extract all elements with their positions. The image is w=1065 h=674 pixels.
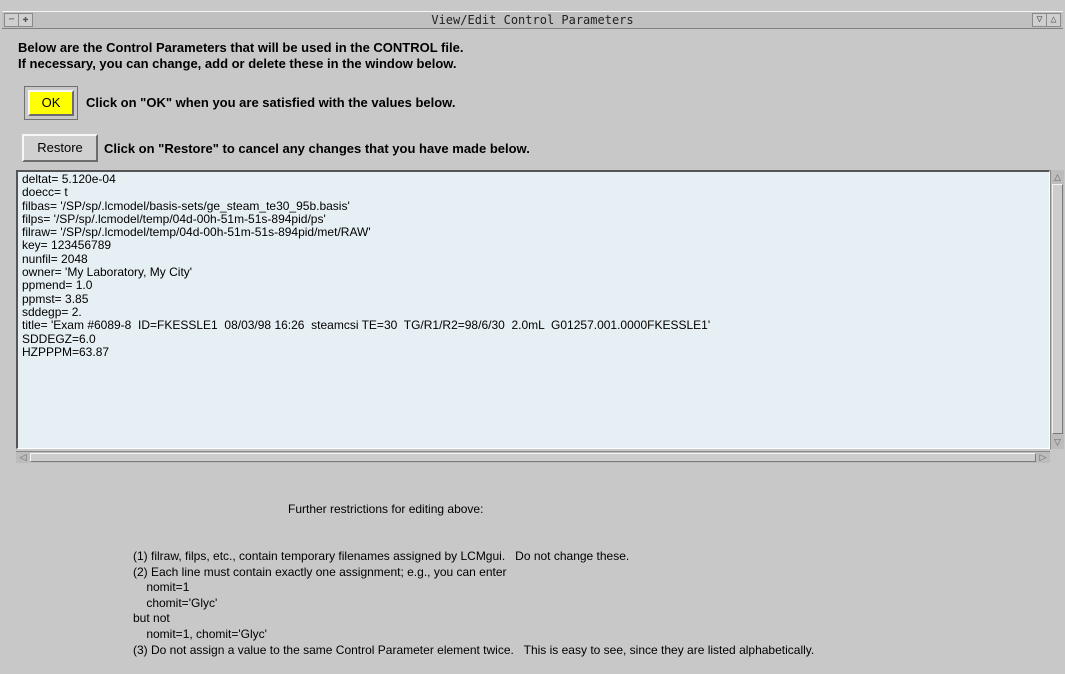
scroll-up-arrow-icon[interactable]: △ (1052, 171, 1063, 183)
restriction-line: chomit='Glyc' (133, 595, 218, 610)
control-parameters-editor[interactable]: deltat= 5.120e-04 doecc= t filbas= '/SP/sp… (16, 170, 1050, 449)
intro-text: Below are the Control Parameters that wi… (18, 40, 463, 72)
parameter-line[interactable]: doecc= t (22, 185, 1045, 199)
intro-line-2: If necessary, you can change, add or del… (18, 56, 457, 71)
horizontal-scroll-thumb[interactable] (30, 453, 1036, 462)
parameter-line[interactable]: SDDEGZ=6.0 (22, 332, 1045, 346)
parameter-line[interactable]: key= 123456789 (22, 239, 1045, 253)
restriction-line: nomit=1, chomit='Glyc' (133, 626, 267, 641)
restriction-line: nomit=1 (133, 580, 190, 595)
window-move-icon[interactable]: ✚ (18, 13, 33, 27)
restriction-line: (2) Each line must contain exactly one a… (133, 564, 507, 579)
restore-hint: Click on "Restore" to cancel any changes… (104, 141, 530, 156)
restriction-line: but not (133, 611, 170, 626)
editor-vertical-scrollbar[interactable]: △ ▽ (1050, 170, 1064, 449)
parameter-line[interactable]: deltat= 5.120e-04 (22, 172, 1045, 186)
scroll-right-arrow-icon[interactable]: ▷ (1037, 452, 1049, 463)
parameter-line[interactable]: title= 'Exam #6089-8 ID=FKESSLE1 08/03/9… (22, 318, 1045, 332)
editing-restrictions: Further restrictions for editing above: … (133, 471, 1033, 674)
restore-button[interactable]: Restore (22, 134, 98, 162)
parameter-line[interactable]: nunfil= 2048 (22, 252, 1045, 266)
editor-horizontal-scrollbar[interactable]: ◁ ▷ (16, 451, 1050, 463)
ok-hint: Click on "OK" when you are satisfied wit… (86, 95, 456, 110)
intro-line-1: Below are the Control Parameters that wi… (18, 40, 464, 55)
window-title: View/Edit Control Parameters (431, 13, 634, 27)
parameter-line[interactable]: filbas= '/SP/sp/.lcmodel/basis-sets/ge_s… (22, 199, 1045, 213)
window-menu-icon[interactable]: − (4, 13, 19, 27)
window-minimize-icon[interactable]: ▽ (1032, 13, 1047, 27)
ok-button[interactable]: OK (28, 90, 74, 116)
parameter-line[interactable]: ppmend= 1.0 (22, 279, 1045, 293)
parameter-line[interactable]: owner= 'My Laboratory, My City' (22, 265, 1045, 279)
restriction-line: (1) filraw, filps, etc., contain tempora… (133, 548, 630, 563)
scroll-left-arrow-icon[interactable]: ◁ (17, 452, 29, 463)
parameter-line[interactable]: sddegp= 2. (22, 305, 1045, 319)
window-maximize-icon[interactable]: △ (1046, 13, 1061, 27)
restriction-line: (3) Do not assign a value to the same Co… (133, 642, 815, 657)
scroll-down-arrow-icon[interactable]: ▽ (1052, 436, 1063, 448)
parameter-line[interactable]: filps= '/SP/sp/.lcmodel/temp/04d-00h-51m… (22, 212, 1045, 226)
parameter-line[interactable]: ppmst= 3.85 (22, 292, 1045, 306)
vertical-scroll-thumb[interactable] (1052, 184, 1063, 434)
restrictions-heading: Further restrictions for editing above: (288, 502, 484, 517)
parameter-line[interactable]: HZPPPM=63.87 (22, 345, 1045, 359)
window-titlebar[interactable]: − ✚ View/Edit Control Parameters ▽ △ (2, 11, 1063, 29)
parameter-line[interactable]: filraw= '/SP/sp/.lcmodel/temp/04d-00h-51… (22, 225, 1045, 239)
